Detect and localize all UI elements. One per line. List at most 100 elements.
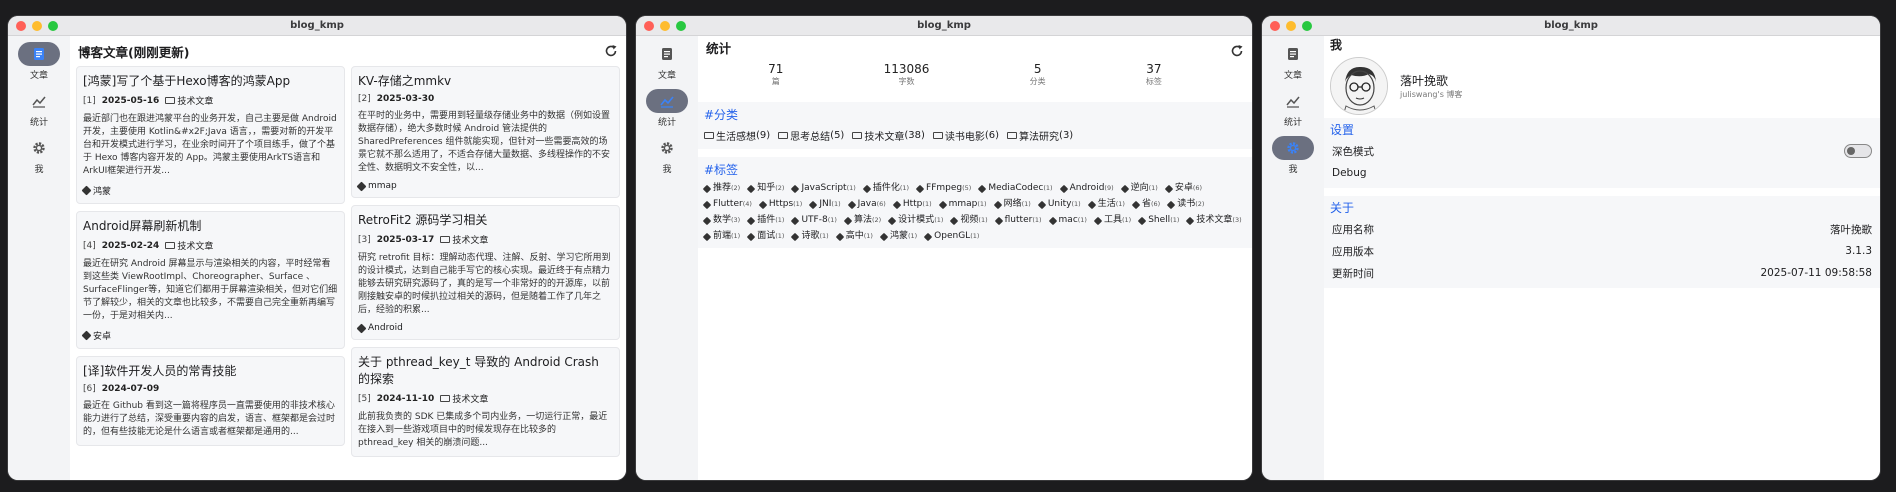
tag-chip[interactable]: Https (1) xyxy=(758,199,802,210)
article-index: [3] xyxy=(358,234,371,245)
dark-mode-row[interactable]: 深色模式 xyxy=(1324,140,1880,162)
article-category: 技术文章 xyxy=(165,239,213,252)
refresh-icon[interactable] xyxy=(604,44,618,58)
nav-stats[interactable]: 统计 xyxy=(8,89,70,128)
titlebar: blog_kmp xyxy=(8,16,626,36)
tag-count: (1) xyxy=(1077,216,1087,224)
zoom-window-button[interactable] xyxy=(48,21,58,31)
tag-chip[interactable]: UTF-8 (1) xyxy=(791,215,837,226)
tag-chip[interactable]: 生活 (1) xyxy=(1087,199,1125,210)
nav-articles[interactable]: 文章 xyxy=(1262,42,1324,81)
tag-chip[interactable]: 安卓 (6) xyxy=(1164,183,1202,194)
category-chip[interactable]: 技术文章 (38) xyxy=(852,128,925,143)
tag-chip[interactable]: 逆向 (1) xyxy=(1120,183,1158,194)
tag-chip[interactable]: 前端 (1) xyxy=(702,231,740,242)
tag-icon xyxy=(746,232,756,241)
tag-chip[interactable]: 数学 (3) xyxy=(702,215,740,226)
article-tag: 鸿蒙 xyxy=(81,184,338,197)
category-name: 思考总结 xyxy=(790,132,831,143)
minimize-window-button[interactable] xyxy=(1286,21,1296,31)
tag-chip[interactable]: 省 (6) xyxy=(1131,199,1160,210)
tag-chip[interactable]: FFmpeg (5) xyxy=(915,183,971,194)
tag-chip[interactable]: 插件化 (1) xyxy=(862,183,909,194)
article-card[interactable]: [鸿蒙]写了个基于Hexo博客的鸿蒙App [1] 2025-05-16 技术文… xyxy=(76,66,345,204)
tag-chip[interactable]: 视频 (1) xyxy=(950,215,988,226)
nav-articles[interactable]: 文章 xyxy=(636,42,698,81)
tag-chip[interactable]: 设计模式 (1) xyxy=(887,215,944,226)
tag-chip[interactable]: 读书 (2) xyxy=(1166,199,1204,210)
tag-chip[interactable]: 鸿蒙 (1) xyxy=(879,231,917,242)
tag-chip[interactable]: 高中 (1) xyxy=(835,231,873,242)
category-chip[interactable]: 生活感想 (9) xyxy=(704,128,770,143)
tag-count: (1) xyxy=(863,232,873,240)
tag-chip[interactable]: MediaCodec (1) xyxy=(978,183,1053,194)
tag-icon xyxy=(892,200,902,209)
avatar[interactable] xyxy=(1330,57,1388,115)
toggle-knob xyxy=(1847,147,1855,155)
tag-chip[interactable]: 网络 (1) xyxy=(993,199,1031,210)
tag-chip[interactable]: 插件 (1) xyxy=(746,215,784,226)
nav-me[interactable]: 我 xyxy=(8,136,70,175)
category-chip[interactable]: 算法研究 (3) xyxy=(1007,128,1073,143)
stat-value: 37 xyxy=(1146,62,1162,76)
tag-count: (1) xyxy=(934,216,944,224)
tag-icon xyxy=(1120,184,1129,193)
article-index: [4] xyxy=(83,240,96,251)
article-card[interactable]: [译]软件开发人员的常青技能 [6] 2024-07-09 最近在 Github… xyxy=(76,356,345,446)
nav-me[interactable]: 我 xyxy=(1262,136,1324,175)
sidebar: 文章 统计 我 xyxy=(8,36,70,480)
zoom-window-button[interactable] xyxy=(676,21,686,31)
category-chip[interactable]: 思考总结 (5) xyxy=(778,128,844,143)
tag-name: 网络 xyxy=(1003,199,1022,209)
minimize-window-button[interactable] xyxy=(660,21,670,31)
article-card[interactable]: KV-存储之mmkv [2] 2025-03-30 在平时的业务中，需要用到轻量… xyxy=(351,66,620,198)
article-card[interactable]: RetroFit2 源码学习相关 [3] 2025-03-17 技术文章 研究 … xyxy=(351,205,620,340)
tag-name: mac xyxy=(1058,215,1078,225)
tag-chip[interactable]: Android (9) xyxy=(1059,183,1114,194)
tag-chip[interactable]: JavaScript (1) xyxy=(791,183,856,194)
article-title: RetroFit2 源码学习相关 xyxy=(358,213,488,227)
app-name-row: 应用名称 落叶挽歌 xyxy=(1324,218,1880,240)
tag-chip[interactable]: 技术文章 (3) xyxy=(1186,215,1242,226)
app-version-value: 3.1.3 xyxy=(1845,245,1872,257)
tag-chip[interactable]: Shell (1) xyxy=(1137,215,1179,226)
nav-stats[interactable]: 统计 xyxy=(636,89,698,128)
tag-chip[interactable]: mac (1) xyxy=(1048,215,1087,226)
tag-name: Android xyxy=(1069,183,1105,193)
zoom-window-button[interactable] xyxy=(1302,21,1312,31)
close-window-button[interactable] xyxy=(16,21,26,31)
tag-chip[interactable]: 推荐 (2) xyxy=(702,183,740,194)
tag-chip[interactable]: 算法 (2) xyxy=(843,215,881,226)
document-icon xyxy=(662,48,672,60)
tag-label: 安卓 xyxy=(93,332,112,342)
close-window-button[interactable] xyxy=(1270,21,1280,31)
nav-me[interactable]: 我 xyxy=(636,136,698,175)
tag-chip[interactable]: 诗歌 (1) xyxy=(791,231,829,242)
nav-stats[interactable]: 统计 xyxy=(1262,89,1324,128)
minimize-window-button[interactable] xyxy=(32,21,42,31)
nav-articles[interactable]: 文章 xyxy=(8,42,70,81)
tag-chip[interactable]: OpenGL (1) xyxy=(923,231,979,242)
tag-chip[interactable]: Http (1) xyxy=(892,199,932,210)
dark-mode-toggle[interactable] xyxy=(1844,144,1872,158)
tag-chip[interactable]: JNI (1) xyxy=(809,199,841,210)
folder-icon xyxy=(704,132,714,139)
tag-chip[interactable]: 工具 (1) xyxy=(1093,215,1131,226)
article-card[interactable]: Android屏幕刷新机制 [4] 2025-02-24 技术文章 最近在研究 … xyxy=(76,211,345,349)
debug-row[interactable]: Debug xyxy=(1324,162,1880,184)
tag-chip[interactable]: flutter (1) xyxy=(994,215,1042,226)
tag-chip[interactable]: mmap (1) xyxy=(938,199,987,210)
tag-chip[interactable]: Java (6) xyxy=(847,199,886,210)
tag-chip[interactable]: Flutter (4) xyxy=(702,199,752,210)
category-chip[interactable]: 读书电影 (6) xyxy=(932,128,999,143)
tag-chip[interactable]: 知乎 (2) xyxy=(746,183,784,194)
tag-name: 诗歌 xyxy=(801,231,820,241)
tag-chip[interactable]: Unity (1) xyxy=(1037,199,1081,210)
tag-icon xyxy=(758,200,768,209)
stat-value: 5 xyxy=(1033,62,1042,76)
tag-chip[interactable]: 面试 (1) xyxy=(746,231,784,242)
article-card[interactable]: 关于 pthread_key_t 导致的 Android Crash 的探索 [… xyxy=(351,347,620,457)
tag-name: JavaScript xyxy=(801,183,847,193)
refresh-icon[interactable] xyxy=(1230,44,1244,58)
close-window-button[interactable] xyxy=(644,21,654,31)
